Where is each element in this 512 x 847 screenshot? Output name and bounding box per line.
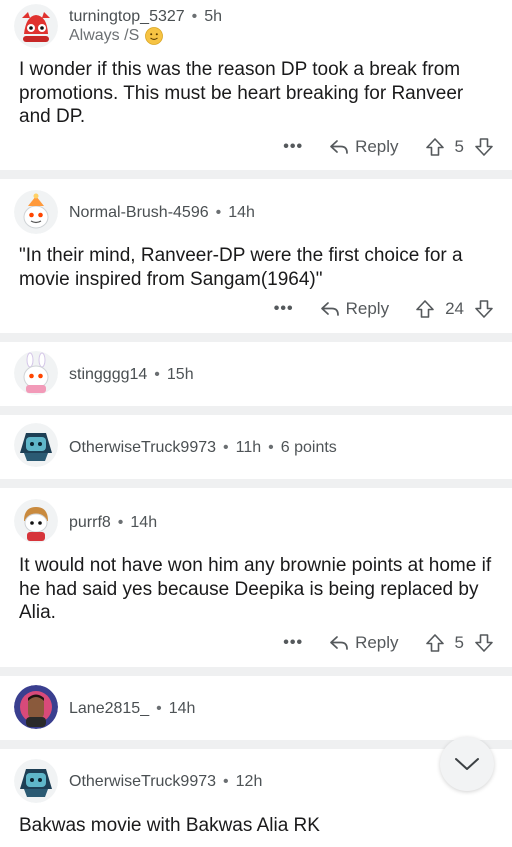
reply-button[interactable]: Reply: [329, 137, 399, 157]
vote-score: 24: [445, 299, 464, 318]
comment-meta: OtherwiseTruck9973 • 11h • 6 points: [69, 438, 337, 458]
comment-actions: ••• Reply 24: [274, 296, 494, 322]
user-avatar[interactable]: [14, 499, 58, 543]
username[interactable]: OtherwiseTruck9973: [69, 439, 216, 456]
comment: turningtop_5327 • 5h Always /S I wonder if…: [0, 0, 512, 170]
upvote-arrow-icon[interactable]: [415, 299, 435, 319]
comment-points: 6 points: [280, 439, 337, 456]
vote-score: 5: [454, 633, 464, 652]
user-avatar[interactable]: [14, 423, 58, 467]
comment: stingggg14 • 15h: [0, 342, 512, 406]
comment-actions: ••• Reply 5: [283, 630, 494, 656]
comment-divider: [0, 333, 512, 342]
comment: purrf8 • 14h It would not have won him any…: [0, 488, 512, 667]
comment-age: 15h: [166, 366, 194, 383]
user-avatar[interactable]: [14, 190, 58, 234]
comment-age: 12h: [235, 773, 263, 790]
username[interactable]: Lane2815_: [69, 700, 149, 717]
separator-dot: •: [268, 439, 274, 456]
user-avatar[interactable]: [14, 4, 58, 48]
avatar-icon: [14, 351, 58, 395]
downvote-arrow-icon[interactable]: [474, 137, 494, 157]
more-options-button[interactable]: •••: [283, 138, 303, 156]
user-flair: Always /S: [69, 26, 164, 46]
username[interactable]: OtherwiseTruck9973: [69, 773, 216, 790]
scroll-down-button[interactable]: [440, 737, 494, 791]
vote-controls: 5: [425, 137, 494, 157]
user-avatar[interactable]: [14, 351, 58, 395]
comment-body: It would not have won him any brownie po…: [19, 555, 492, 623]
comment-body: Bakwas movie with Bakwas Alia RK: [19, 815, 320, 836]
avatar-icon: [14, 423, 58, 467]
reply-label: Reply: [355, 137, 399, 156]
avatar-icon: [14, 190, 58, 234]
avatar-icon: [14, 685, 58, 729]
comment: Lane2815_ • 14h: [0, 676, 512, 740]
smile-face-icon: [145, 27, 164, 45]
separator-dot: •: [154, 366, 160, 383]
downvote-arrow-icon[interactable]: [474, 299, 494, 319]
comment-age: 14h: [130, 514, 158, 531]
comment-meta: purrf8 • 14h: [69, 513, 157, 533]
user-avatar[interactable]: [14, 759, 58, 803]
comment-actions: ••• Reply 5: [283, 134, 494, 160]
flair-text: Always /S: [69, 27, 140, 44]
comment-divider: [0, 406, 512, 415]
reply-arrow-icon: [330, 636, 348, 650]
vote-score: 5: [454, 137, 464, 156]
separator-dot: •: [191, 8, 198, 25]
downvote-arrow-icon[interactable]: [474, 633, 494, 653]
comment-body: "In their mind, Ranveer-DP were the firs…: [19, 245, 463, 290]
separator-dot: •: [117, 514, 124, 531]
separator-dot: •: [215, 204, 222, 221]
user-avatar[interactable]: [14, 685, 58, 729]
comment-meta: OtherwiseTruck9973 • 12h: [69, 772, 262, 792]
separator-dot: •: [223, 439, 229, 456]
comment-feed: turningtop_5327 • 5h Always /S I wonder if…: [0, 0, 512, 847]
comment: Normal-Brush-4596 • 14h "In their mind, Ra…: [0, 179, 512, 333]
comment: OtherwiseTruck9973 • 12h Bakwas movie with…: [0, 749, 512, 847]
comment-age: 11h: [235, 439, 262, 456]
avatar-icon: [14, 4, 58, 48]
reply-button[interactable]: Reply: [320, 299, 389, 319]
vote-controls: 5: [425, 633, 494, 653]
comment-age: 5h: [204, 8, 223, 25]
comment-divider: [0, 740, 512, 749]
chevron-down-icon: [455, 758, 479, 770]
username[interactable]: Normal-Brush-4596: [69, 204, 209, 221]
separator-dot: •: [223, 773, 229, 790]
username[interactable]: stingggg14: [69, 366, 147, 383]
comment-meta: stingggg14 • 15h: [69, 365, 194, 385]
more-options-button[interactable]: •••: [274, 300, 294, 318]
avatar-icon: [14, 499, 58, 543]
avatar-icon: [14, 759, 58, 803]
reply-button[interactable]: Reply: [329, 633, 399, 653]
comment-divider: [0, 170, 512, 179]
comment-age: 14h: [168, 700, 196, 717]
comment-age: 14h: [228, 204, 255, 221]
more-options-button[interactable]: •••: [283, 634, 303, 652]
comment-body: I wonder if this was the reason DP took …: [19, 59, 464, 127]
upvote-arrow-icon[interactable]: [425, 137, 445, 157]
comment-meta: turningtop_5327 • 5h: [69, 7, 222, 27]
username[interactable]: turningtop_5327: [69, 8, 185, 25]
comment-divider: [0, 479, 512, 488]
comment-divider: [0, 667, 512, 676]
comment-meta: Normal-Brush-4596 • 14h: [69, 203, 255, 223]
vote-controls: 24: [415, 299, 494, 319]
upvote-arrow-icon[interactable]: [425, 633, 445, 653]
username[interactable]: purrf8: [69, 514, 111, 531]
comment-meta: Lane2815_ • 14h: [69, 699, 195, 719]
reply-arrow-icon: [320, 302, 339, 316]
comment: OtherwiseTruck9973 • 11h • 6 points: [0, 415, 512, 479]
reply-label: Reply: [345, 299, 390, 318]
reply-label: Reply: [355, 633, 399, 652]
reply-arrow-icon: [330, 140, 348, 154]
separator-dot: •: [156, 700, 162, 717]
